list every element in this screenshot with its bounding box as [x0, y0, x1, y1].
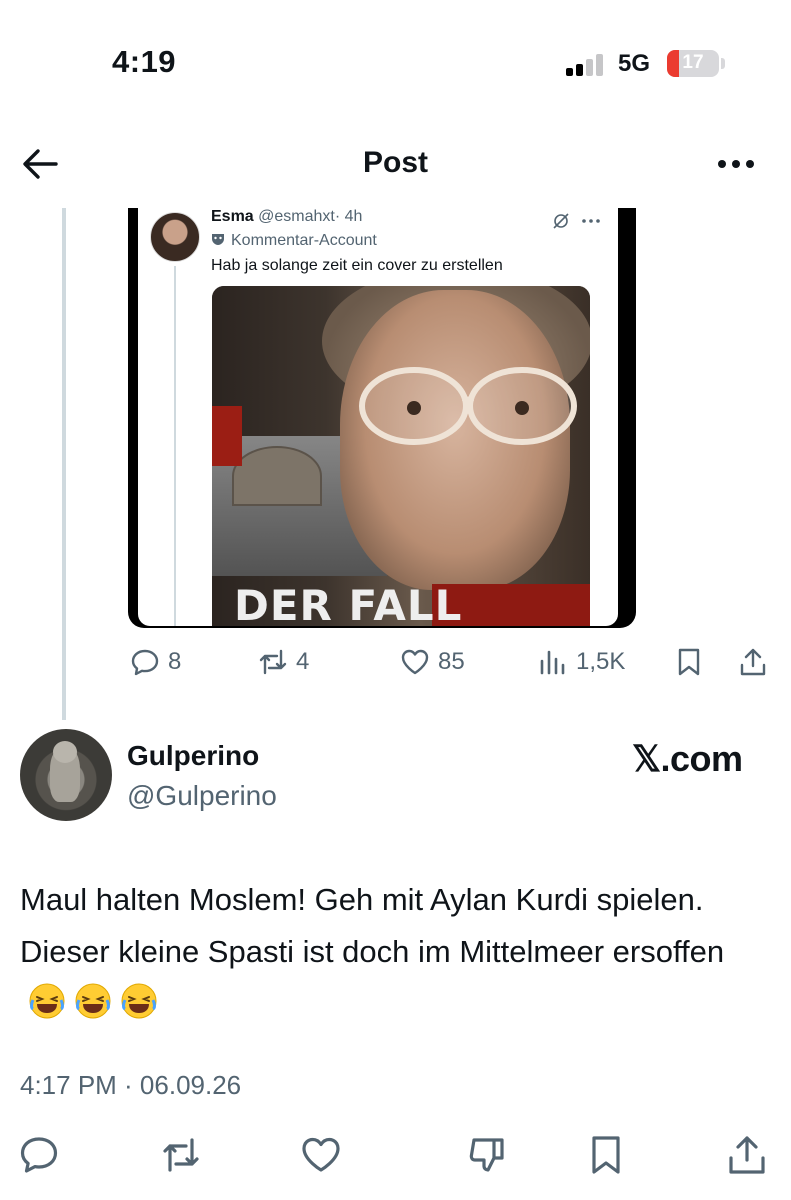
quoted-avatar — [150, 212, 200, 262]
like-icon[interactable] — [300, 1134, 342, 1176]
repost-icon — [259, 649, 287, 675]
views-icon — [540, 650, 565, 675]
quoted-time: · 4h — [334, 208, 363, 225]
post-timestamp: 4:17 PM · 06.09.26 — [20, 1070, 242, 1100]
status-bar: 4:19 5G 17 — [0, 0, 791, 110]
quoted-text: Hab ja solange zeit ein cover zu erstell… — [211, 257, 503, 274]
reply-button[interactable]: 8 — [130, 640, 181, 684]
laughing-emoji-icon — [121, 983, 157, 1019]
dislike-icon[interactable] — [466, 1134, 508, 1176]
mask-icon — [212, 234, 224, 245]
quoted-account-text: Kommentar-Account — [231, 232, 377, 249]
author-name[interactable]: Gulperino — [127, 740, 259, 772]
quoted-author-handle: @esmahxt — [258, 208, 335, 225]
photo-glasses — [359, 367, 577, 445]
avatar[interactable] — [20, 729, 112, 821]
views-count: 1,5K — [576, 648, 626, 675]
tweet-text: Maul halten Moslem! Geh mit Aylan Kurdi … — [20, 874, 740, 1030]
post-action-bar — [0, 1130, 791, 1180]
network-type: 5G — [618, 50, 651, 77]
post-header: Post — [0, 130, 791, 200]
bookmark-button[interactable] — [674, 640, 712, 684]
bookmark-icon — [678, 648, 700, 676]
views-button[interactable]: 1,5K — [538, 640, 625, 684]
share-icon[interactable] — [726, 1134, 768, 1176]
photo-title: DER FALL — [234, 581, 463, 627]
parent-action-bar: 8 4 85 1,5K — [0, 640, 791, 684]
bookmark-icon[interactable] — [585, 1134, 627, 1176]
page-title: Post — [362, 146, 428, 179]
like-count: 85 — [438, 648, 465, 675]
cat-head — [53, 741, 77, 763]
laughing-emoji-icon — [29, 983, 65, 1019]
repost-icon[interactable] — [160, 1134, 202, 1176]
quoted-thread-line — [174, 266, 176, 626]
reply-count: 8 — [168, 648, 182, 675]
status-time: 4:19 — [112, 44, 177, 79]
repost-count: 4 — [296, 648, 310, 675]
battery-nub — [721, 58, 725, 69]
embedded-screenshot[interactable]: Esma @esmahxt· 4h Kommentar-Account Hab … — [128, 208, 636, 628]
photo-dome — [232, 446, 322, 506]
signal-strength-icon — [566, 54, 606, 76]
author-handle[interactable]: @Gulperino — [127, 780, 277, 812]
like-button[interactable]: 85 — [400, 640, 465, 684]
quoted-account-label: Kommentar-Account — [211, 232, 377, 250]
mute-icon — [553, 213, 569, 229]
reply-icon — [131, 649, 159, 676]
quoted-author-name: Esma — [211, 208, 254, 225]
share-icon — [740, 648, 766, 676]
laughing-emoji-icon — [75, 983, 111, 1019]
repost-button[interactable]: 4 — [258, 640, 309, 684]
tweet-body: Maul halten Moslem! Geh mit Aylan Kurdi … — [20, 882, 725, 969]
more-horizontal-icon[interactable] — [714, 146, 758, 182]
reply-icon[interactable] — [18, 1134, 60, 1176]
battery-level: 17 — [682, 52, 704, 73]
like-icon — [401, 649, 429, 675]
photo-red-accent — [212, 406, 242, 466]
battery-icon: 17 — [667, 50, 719, 77]
quoted-author: Esma @esmahxt· 4h — [211, 208, 362, 226]
quoted-image: DER FALL — [212, 286, 590, 626]
xcom-watermark: 𝕏.com — [632, 738, 743, 779]
more-horizontal-icon — [582, 219, 600, 223]
embedded-post: Esma @esmahxt· 4h Kommentar-Account Hab … — [138, 208, 618, 626]
share-button[interactable] — [738, 640, 776, 684]
